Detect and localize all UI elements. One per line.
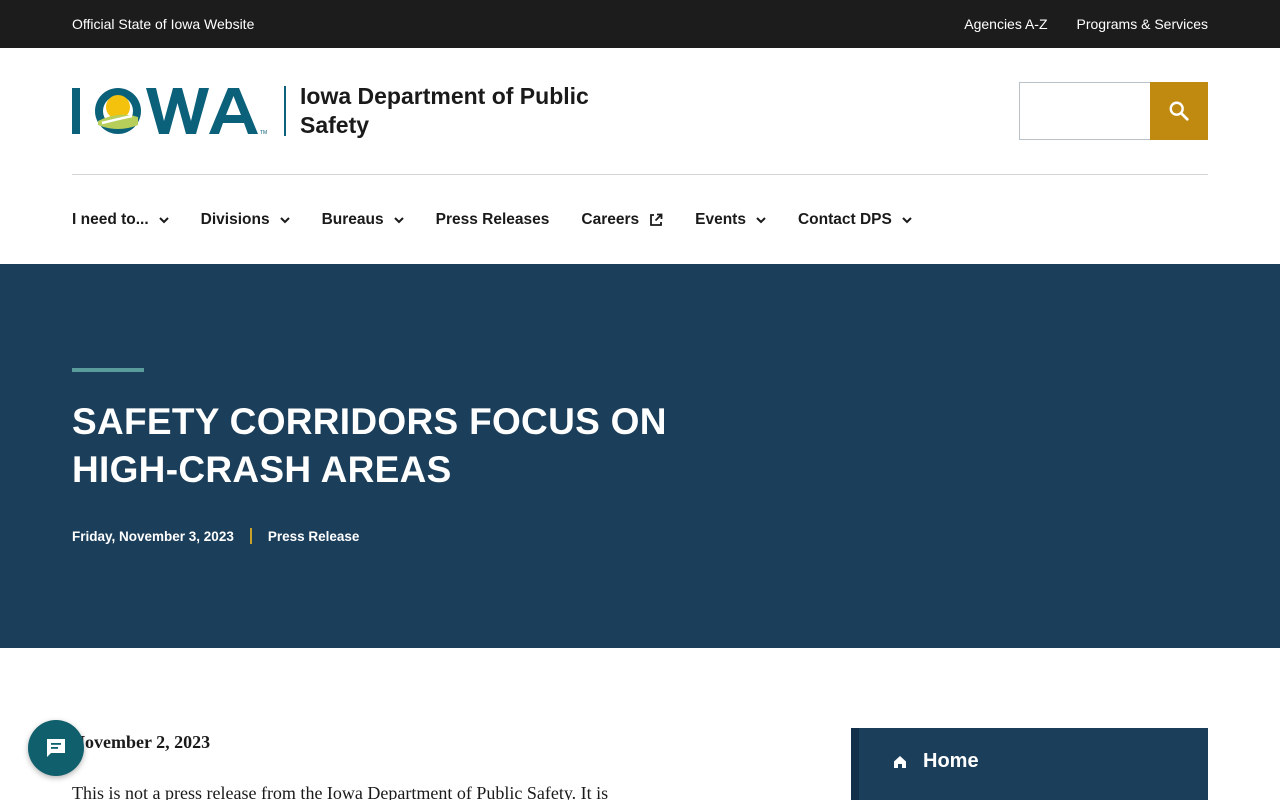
chevron-down-icon bbox=[756, 216, 766, 224]
logo-letter-w bbox=[146, 88, 209, 134]
main-nav: I need to... Divisions Bureaus Press Rel… bbox=[0, 175, 1280, 264]
iowa-logo[interactable]: TM bbox=[72, 85, 272, 137]
logo-letter-a bbox=[209, 88, 258, 134]
utility-bar: Official State of Iowa Website Agencies … bbox=[0, 0, 1280, 48]
svg-text:TM: TM bbox=[260, 130, 267, 136]
sidebar-nav: Home bbox=[851, 728, 1208, 800]
logo-letter-i bbox=[72, 88, 80, 134]
external-link-icon bbox=[649, 213, 663, 227]
logo-divider bbox=[284, 86, 286, 136]
nav-divisions[interactable]: Divisions bbox=[201, 211, 290, 229]
publish-date: Friday, November 3, 2023 bbox=[72, 528, 234, 544]
chat-button[interactable] bbox=[28, 720, 84, 776]
nav-label: Events bbox=[695, 210, 746, 228]
agencies-az-link[interactable]: Agencies A-Z bbox=[964, 16, 1047, 32]
iowa-logo-mark: TM bbox=[72, 88, 267, 136]
nav-label: Press Releases bbox=[435, 210, 550, 228]
sidebar-item-home[interactable]: Home bbox=[893, 750, 979, 773]
hero-accent-bar bbox=[72, 368, 144, 372]
official-site-label: Official State of Iowa Website bbox=[72, 16, 255, 32]
nav-label: I need to... bbox=[72, 210, 149, 228]
sidebar-item-label: Home bbox=[923, 750, 979, 772]
chevron-down-icon bbox=[902, 216, 912, 224]
search-input[interactable] bbox=[1019, 82, 1150, 140]
nav-press-releases[interactable]: Press Releases bbox=[436, 211, 550, 229]
chevron-down-icon bbox=[158, 216, 169, 224]
programs-services-link[interactable]: Programs & Services bbox=[1077, 16, 1208, 32]
utility-links: Agencies A-Z Programs & Services bbox=[964, 16, 1208, 32]
department-name[interactable]: Iowa Department of Public Safety bbox=[300, 82, 630, 140]
search-icon bbox=[1169, 101, 1189, 121]
hero-meta: Friday, November 3, 2023 Press Release bbox=[72, 528, 1208, 544]
search-button[interactable] bbox=[1150, 82, 1208, 140]
nav-label: Careers bbox=[581, 210, 640, 228]
nav-label: Bureaus bbox=[321, 210, 384, 228]
home-icon bbox=[893, 755, 907, 769]
main-content: November 2, 2023 This is not a press rel… bbox=[0, 648, 1280, 800]
nav-label: Divisions bbox=[200, 210, 270, 228]
site-header: TM Iowa Department of Public Safety bbox=[0, 48, 1280, 174]
hero-banner: SAFETY CORRIDORS FOCUS ON HIGH-CRASH ARE… bbox=[0, 264, 1280, 648]
meta-separator bbox=[249, 528, 252, 544]
search-form bbox=[1019, 82, 1208, 140]
brand[interactable]: TM Iowa Department of Public Safety bbox=[72, 82, 630, 140]
nav-bureaus[interactable]: Bureaus bbox=[322, 211, 404, 229]
nav-i-need-to[interactable]: I need to... bbox=[72, 211, 169, 229]
chevron-down-icon bbox=[393, 216, 404, 224]
chevron-down-icon bbox=[279, 216, 290, 224]
article-body: This is not a press release from the Iow… bbox=[72, 783, 609, 800]
nav-contact-dps[interactable]: Contact DPS bbox=[798, 211, 912, 229]
page-title: SAFETY CORRIDORS FOCUS ON HIGH-CRASH ARE… bbox=[72, 401, 667, 490]
content-type: Press Release bbox=[267, 528, 360, 544]
nav-events[interactable]: Events bbox=[695, 211, 766, 229]
nav-label: Contact DPS bbox=[797, 210, 892, 228]
nav-careers[interactable]: Careers bbox=[581, 211, 663, 229]
chat-icon bbox=[47, 739, 65, 757]
